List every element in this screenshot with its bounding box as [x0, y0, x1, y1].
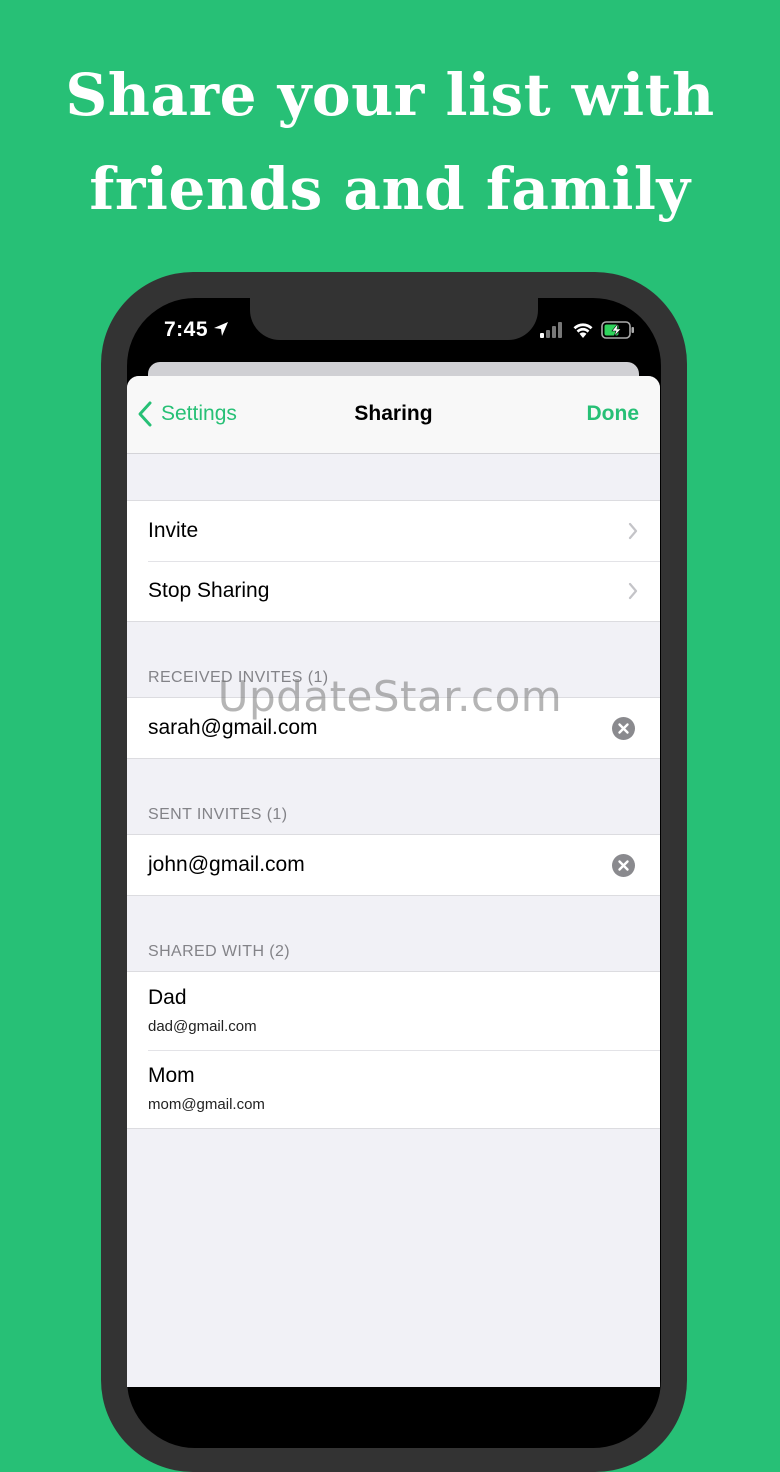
location-arrow-icon [214, 322, 228, 336]
invite-row[interactable]: Invite [127, 501, 660, 561]
cellular-signal-icon [540, 322, 562, 338]
phone-notch [250, 298, 538, 340]
done-button[interactable]: Done [587, 402, 640, 426]
navigation-bar: Settings Sharing Done [127, 376, 660, 454]
sent-invites-group: john@gmail.com [127, 834, 660, 896]
sent-invite-row: john@gmail.com [127, 835, 660, 895]
shared-with-header: SHARED WITH (2) [148, 943, 290, 960]
contact-name: Mom [148, 1064, 195, 1087]
shared-with-group: Dad dad@gmail.com Mom mom@gmail.com [127, 971, 660, 1129]
battery-charging-icon [601, 321, 634, 339]
headline-line-2: friends and family [89, 155, 691, 223]
watermark: UpdateStar.com [217, 672, 563, 721]
sent-invite-email: john@gmail.com [148, 853, 305, 876]
sent-invites-header: SENT INVITES (1) [148, 806, 288, 823]
chevron-right-icon [628, 522, 638, 540]
stop-sharing-label: Stop Sharing [148, 579, 270, 602]
clear-circle-icon[interactable] [612, 854, 635, 877]
contact-name: Dad [148, 986, 187, 1009]
invite-label: Invite [148, 519, 199, 542]
page-title: Sharing [354, 402, 433, 425]
wifi-icon [573, 323, 593, 338]
contact-row[interactable]: Dad dad@gmail.com [127, 972, 660, 1050]
contact-row[interactable]: Mom mom@gmail.com [127, 1050, 660, 1128]
marketing-headline: Share your list with friends and family [0, 48, 780, 236]
actions-group: Invite Stop Sharing [127, 500, 660, 622]
status-time: 7:45 [164, 318, 209, 341]
contact-email: mom@gmail.com [148, 1096, 265, 1113]
contact-email: dad@gmail.com [148, 1018, 257, 1035]
sharing-sheet: Settings Sharing Done Invite Stop Sharin… [127, 376, 660, 1387]
chevron-right-icon [628, 582, 638, 600]
stop-sharing-row[interactable]: Stop Sharing [127, 561, 660, 621]
headline-line-1: Share your list with [65, 61, 715, 129]
